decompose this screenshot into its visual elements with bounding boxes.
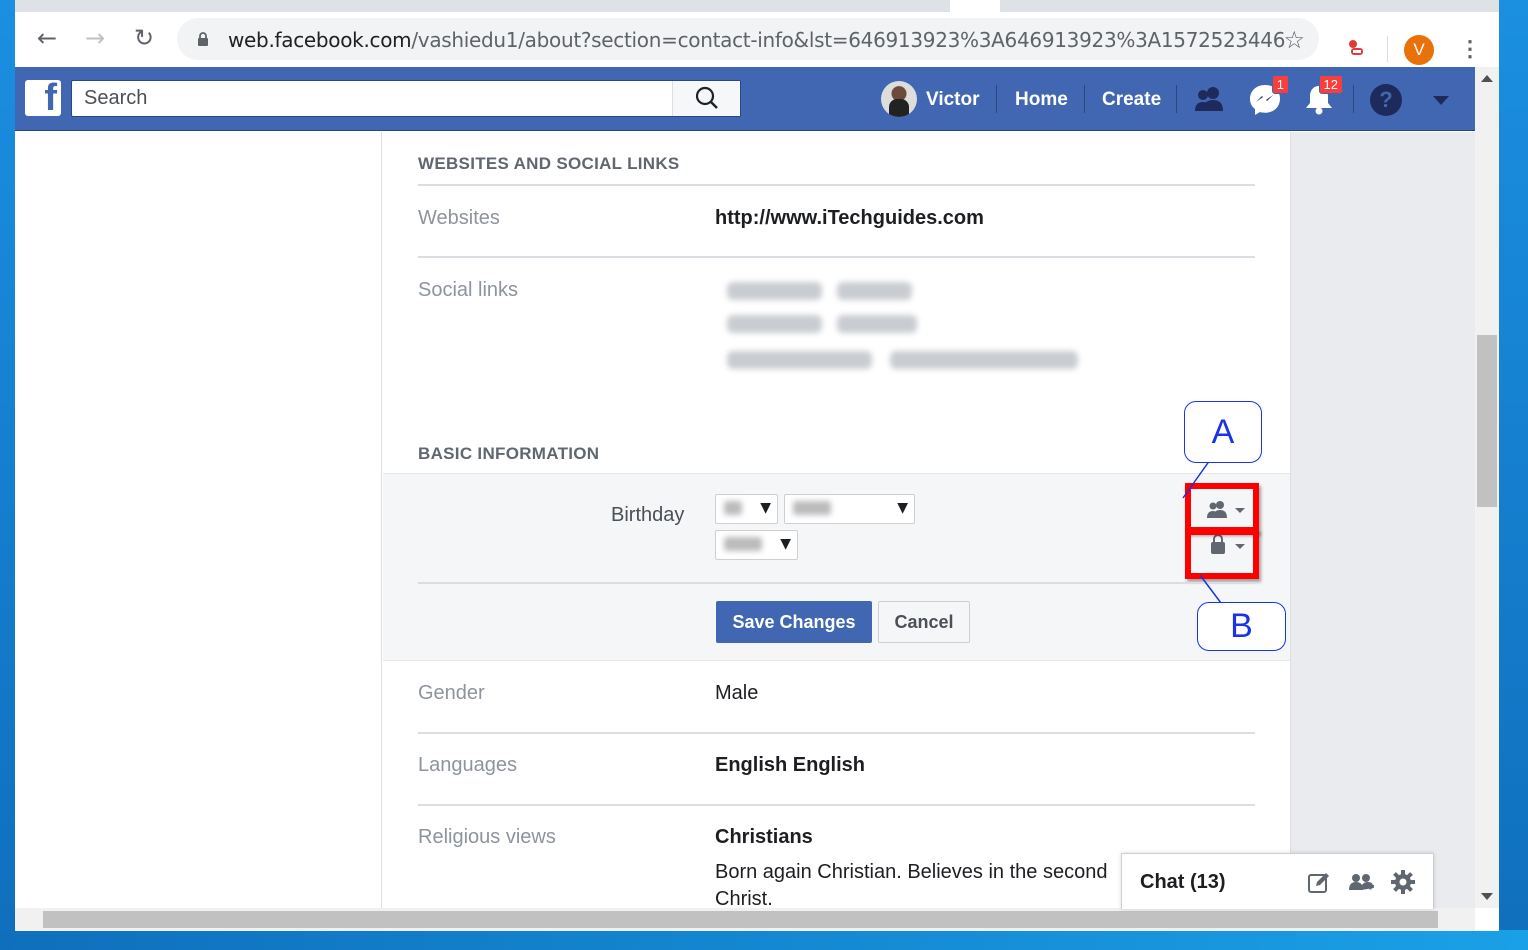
search-button[interactable] bbox=[672, 81, 740, 116]
divider bbox=[418, 256, 1255, 258]
help-glyph: ? bbox=[1379, 87, 1393, 112]
social-link-blurred bbox=[837, 315, 917, 333]
menu-icon[interactable]: ⋮ bbox=[1459, 32, 1481, 66]
callout-b: B bbox=[1197, 602, 1286, 651]
social-link-blurred bbox=[837, 282, 912, 300]
lock-icon bbox=[198, 32, 208, 46]
url-path: /vashiedu1/about?section=contact-info&ls… bbox=[411, 28, 1286, 52]
toolbar-divider bbox=[1387, 36, 1388, 62]
save-changes-button[interactable]: Save Changes bbox=[716, 601, 872, 643]
home-link[interactable]: Home bbox=[1015, 89, 1068, 111]
desktop-bottom-edge bbox=[0, 930, 1528, 950]
scroll-down-icon[interactable] bbox=[1481, 893, 1493, 900]
friend-requests-icon[interactable] bbox=[1192, 81, 1228, 117]
chat-bar[interactable]: Chat (13) bbox=[1121, 853, 1434, 909]
left-column bbox=[15, 132, 381, 908]
notifications-badge: 12 bbox=[1318, 75, 1343, 94]
religious-views-label: Religious views bbox=[418, 826, 556, 848]
religious-views-description-line1: Born again Christian. Believes in the se… bbox=[715, 861, 1108, 883]
facebook-search bbox=[71, 80, 741, 117]
nav-divider bbox=[1353, 85, 1354, 113]
profile-name[interactable]: Victor bbox=[926, 89, 980, 111]
vertical-scroll-thumb[interactable] bbox=[1477, 335, 1497, 507]
create-link[interactable]: Create bbox=[1102, 89, 1161, 111]
vertical-scrollbar[interactable] bbox=[1475, 67, 1499, 908]
gender-value: Male bbox=[715, 682, 759, 704]
scroll-up-icon[interactable] bbox=[1481, 75, 1493, 82]
facebook-topbar: f Victor Home Create bbox=[15, 67, 1475, 131]
social-link-blurred bbox=[727, 351, 872, 369]
tab-strip bbox=[15, 0, 1499, 12]
browser-window: ← → ↻ web.facebook.com/vashiedu1/about?s… bbox=[15, 0, 1499, 931]
help-icon[interactable]: ? bbox=[1370, 84, 1402, 116]
languages-label: Languages bbox=[418, 754, 517, 776]
cancel-button[interactable]: Cancel bbox=[878, 601, 970, 643]
callout-a: A bbox=[1184, 401, 1262, 463]
divider bbox=[418, 732, 1255, 734]
birthday-year-select[interactable]: ▼ bbox=[715, 530, 798, 560]
divider bbox=[418, 582, 1255, 584]
social-link-blurred bbox=[727, 315, 822, 333]
horizontal-scrollbar[interactable] bbox=[15, 908, 1475, 931]
social-link-blurred bbox=[727, 282, 822, 300]
profile-link[interactable] bbox=[881, 81, 917, 117]
divider bbox=[418, 184, 1255, 186]
websites-label: Websites bbox=[418, 207, 500, 229]
avatar bbox=[881, 81, 917, 117]
section-title-basic-info: BASIC INFORMATION bbox=[418, 444, 600, 463]
reload-icon[interactable]: ↻ bbox=[130, 24, 158, 52]
browser-toolbar: ← → ↻ web.facebook.com/vashiedu1/about?s… bbox=[15, 12, 1499, 67]
star-icon[interactable]: ☆ bbox=[1283, 26, 1305, 54]
nav-divider bbox=[996, 85, 997, 113]
search-icon bbox=[695, 86, 718, 109]
url-host: web.facebook.com bbox=[228, 28, 412, 52]
settings-gear-icon[interactable] bbox=[1390, 869, 1416, 895]
desktop-right-edge bbox=[1499, 0, 1528, 950]
forward-icon[interactable]: → bbox=[81, 24, 109, 52]
languages-value: English English bbox=[715, 754, 866, 776]
nav-divider bbox=[1176, 85, 1177, 113]
facebook-logo[interactable]: f bbox=[25, 77, 61, 119]
social-links-label: Social links bbox=[418, 279, 519, 301]
account-menu-caret-icon[interactable] bbox=[1433, 96, 1449, 105]
birthday-month-select[interactable]: ▼ bbox=[784, 494, 915, 524]
back-icon[interactable]: ← bbox=[33, 24, 61, 52]
gender-label: Gender bbox=[418, 682, 485, 704]
tab-active[interactable] bbox=[950, 0, 1000, 12]
messenger-badge: 1 bbox=[1271, 75, 1289, 94]
desktop-left-edge bbox=[0, 0, 15, 950]
create-group-icon[interactable] bbox=[1347, 870, 1375, 896]
messenger-icon[interactable]: 1 bbox=[1247, 75, 1289, 117]
chat-title[interactable]: Chat (13) bbox=[1140, 871, 1226, 894]
divider bbox=[418, 804, 1255, 806]
extension-icon[interactable] bbox=[1345, 38, 1365, 58]
search-input[interactable] bbox=[72, 81, 672, 116]
religious-views-value: Christians bbox=[715, 826, 813, 848]
nav-divider bbox=[1084, 85, 1085, 113]
birthday-day-select[interactable]: ▼ bbox=[715, 494, 778, 524]
birthday-edit-panel: Birthday ▼ ▼ ▼ Save Changes Cancel bbox=[383, 473, 1290, 661]
notifications-icon[interactable]: 12 bbox=[1301, 75, 1343, 117]
profile-avatar[interactable]: V bbox=[1404, 35, 1434, 65]
about-content: WEBSITES AND SOCIAL LINKS Websites http:… bbox=[381, 132, 1291, 910]
horizontal-scroll-thumb[interactable] bbox=[43, 911, 1438, 928]
section-title-websites: WEBSITES AND SOCIAL LINKS bbox=[418, 154, 680, 173]
address-bar[interactable]: web.facebook.com/vashiedu1/about?section… bbox=[177, 18, 1319, 60]
birthday-label: Birthday bbox=[611, 504, 685, 526]
compose-icon[interactable] bbox=[1306, 870, 1332, 896]
url-text: web.facebook.com/vashiedu1/about?section… bbox=[228, 28, 1285, 52]
websites-value[interactable]: http://www.iTechguides.com bbox=[715, 207, 984, 230]
social-link-blurred bbox=[890, 351, 1078, 369]
